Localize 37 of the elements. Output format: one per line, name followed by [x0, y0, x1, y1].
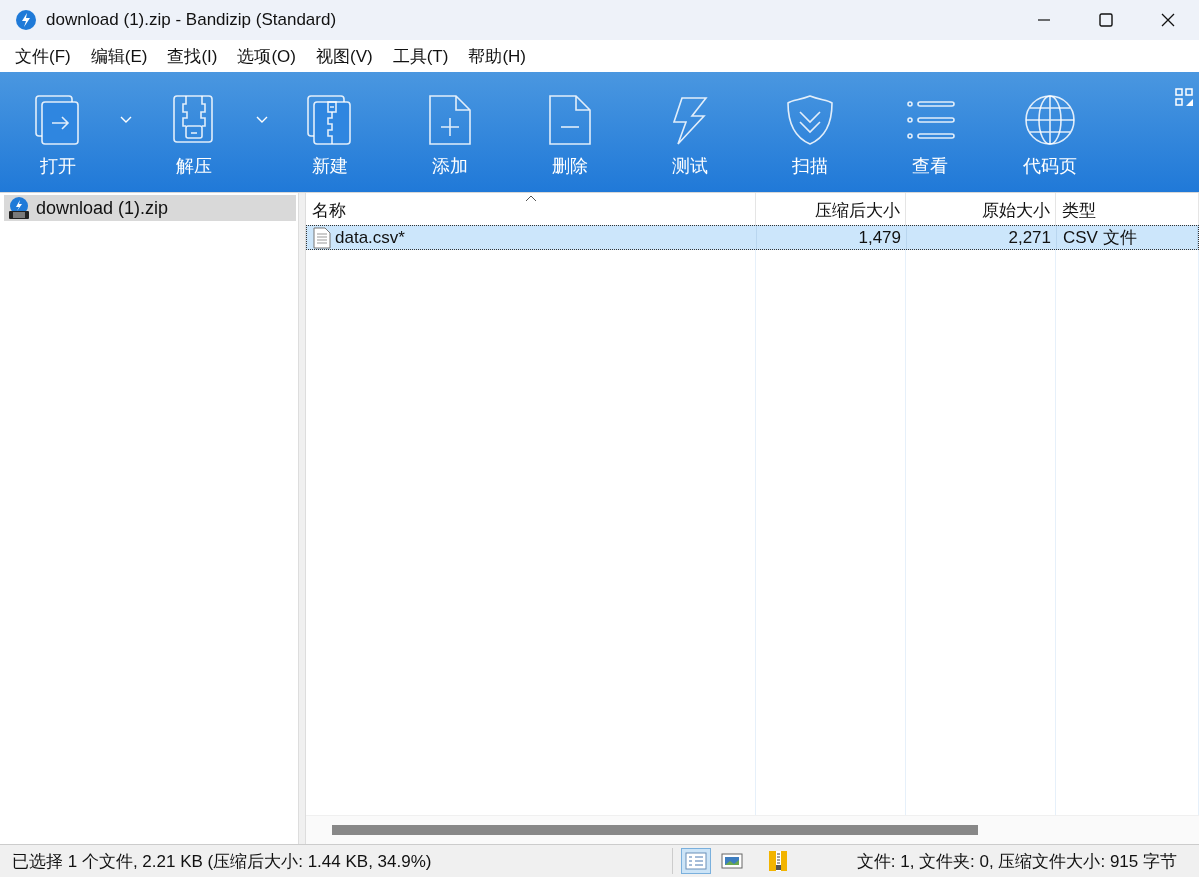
- toolbar-button[interactable]: 打开: [2, 72, 138, 192]
- app-logo-icon: [16, 10, 36, 30]
- menu-item[interactable]: 选项(O): [227, 40, 306, 72]
- file-row[interactable]: data.csv* 1,479 2,271 CSV 文件: [306, 225, 1199, 250]
- scrollbar-thumb[interactable]: [332, 825, 978, 835]
- toolbar-button[interactable]: 查看: [874, 72, 986, 192]
- toolbar-button[interactable]: 代码页: [994, 72, 1106, 192]
- tree-item[interactable]: download (1).zip: [4, 195, 296, 221]
- table-cell-text: CSV 文件: [1063, 227, 1137, 249]
- menu-item[interactable]: 工具(T): [382, 40, 459, 72]
- status-summary: 文件: 1, 文件夹: 0, 压缩文件大小: 915 字节: [856, 850, 1178, 873]
- globe-icon: [1022, 92, 1078, 148]
- window-title: download (1).zip - Bandizip (Standard): [46, 10, 337, 30]
- details-view-button[interactable]: [681, 848, 711, 874]
- layout-grid-icon[interactable]: [1175, 88, 1193, 106]
- toolbar-button[interactable]: 删除: [514, 72, 626, 192]
- text-file-icon: [313, 226, 331, 249]
- table-cell: data.csv*: [335, 227, 405, 248]
- menu-item[interactable]: 帮助(H): [458, 40, 536, 72]
- menu-item[interactable]: 编辑(E): [80, 40, 158, 72]
- table-cell: 1,479: [858, 227, 901, 248]
- chevron-down-icon: [256, 116, 268, 124]
- toolbar-button[interactable]: 新建: [274, 72, 386, 192]
- maximize-icon: [1099, 13, 1113, 27]
- toolbar-button[interactable]: 解压: [138, 72, 274, 192]
- archive-icon[interactable]: [767, 850, 789, 872]
- chevron-down-icon: [120, 116, 132, 124]
- toolbar-button[interactable]: 添加: [394, 72, 506, 192]
- menu-item[interactable]: 文件(F): [5, 40, 81, 72]
- table-cell: 2,271: [1008, 227, 1051, 248]
- toolbar-button[interactable]: 测试: [634, 72, 746, 192]
- menu-item[interactable]: 查找(I): [157, 40, 228, 72]
- status-text: 已选择 1 个文件, 2.21 KB (压缩后大小: 1.44 KB, 34.9%): [12, 850, 433, 873]
- menu-item[interactable]: 视图(V): [306, 40, 383, 72]
- toolbar-button[interactable]: 扫描: [754, 72, 866, 192]
- close-icon: [1161, 13, 1175, 27]
- zip-file-icon: [8, 197, 30, 219]
